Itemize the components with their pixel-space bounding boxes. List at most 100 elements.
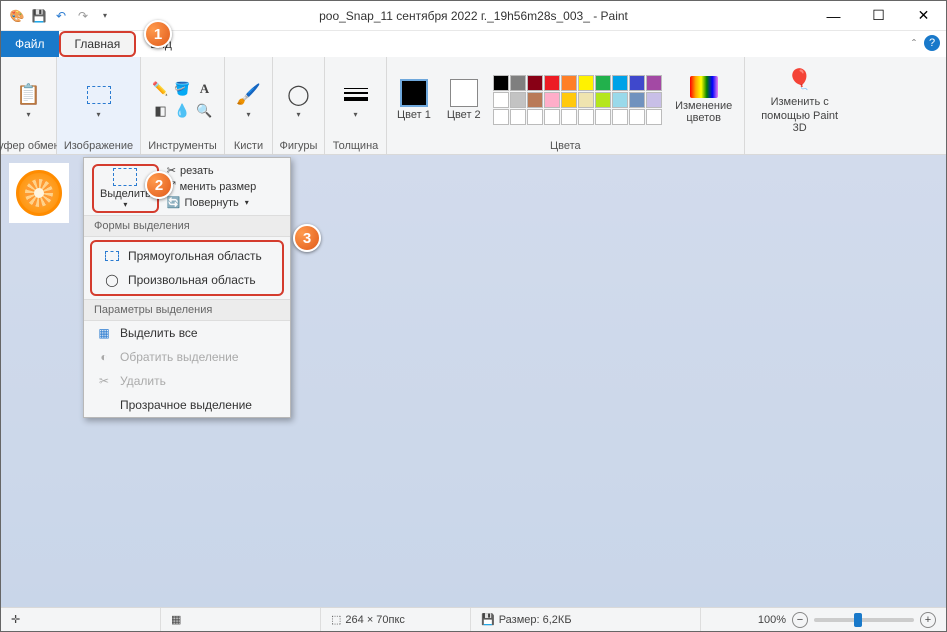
maximize-button[interactable]: ☐ [856, 2, 901, 30]
canvas-dims: ⬚264 × 70пкс [321, 608, 471, 631]
palette-swatch[interactable] [527, 75, 543, 91]
thickness-button[interactable] [336, 79, 376, 122]
eraser-icon[interactable]: ◧ [151, 101, 171, 121]
palette-swatch[interactable] [493, 92, 509, 108]
tab-file[interactable]: Файл [1, 31, 59, 57]
palette-swatch[interactable] [629, 92, 645, 108]
window-controls: — ☐ ✕ [811, 2, 946, 30]
zoom-in-button[interactable]: + [920, 612, 936, 628]
picker-icon[interactable]: 💧 [173, 101, 193, 121]
edit-colors-label: Изменение цветов [674, 100, 734, 124]
palette-swatch[interactable] [578, 75, 594, 91]
palette-swatch[interactable] [629, 109, 645, 125]
color1-label: Цвет 1 [397, 109, 431, 121]
brush-icon: 🖌️ [233, 81, 265, 109]
minimize-button[interactable]: — [811, 2, 856, 30]
file-size: 💾Размер: 6,2КБ [471, 608, 701, 631]
palette-swatch[interactable] [544, 92, 560, 108]
group-thickness-label: Толщина [333, 140, 379, 154]
palette-swatch[interactable] [510, 75, 526, 91]
shapes-button[interactable]: ◯ [279, 79, 319, 122]
group-tools-label: Инструменты [148, 140, 217, 154]
select-all-icon: ▦ [96, 326, 112, 340]
palette-swatch[interactable] [578, 109, 594, 125]
rect-selection-icon [104, 249, 120, 263]
palette-swatch[interactable] [493, 75, 509, 91]
section-shapes: Формы выделения [84, 215, 290, 237]
palette-swatch[interactable] [510, 92, 526, 108]
brushes-button[interactable]: 🖌️ [229, 79, 269, 122]
select-all[interactable]: ▦Выделить все [84, 321, 290, 345]
palette-swatch[interactable] [629, 75, 645, 91]
select-rect-icon [83, 81, 115, 109]
palette-swatch[interactable] [646, 109, 662, 125]
transparent-selection[interactable]: Прозрачное выделение [84, 393, 290, 417]
pencil-icon[interactable]: ✏️ [151, 79, 171, 99]
invert-icon: ◐ [96, 350, 112, 364]
magnifier-icon[interactable]: 🔍 [195, 101, 215, 121]
palette-swatch[interactable] [612, 109, 628, 125]
palette-swatch[interactable] [595, 92, 611, 108]
color1-swatch [400, 79, 428, 107]
palette-swatch[interactable] [646, 75, 662, 91]
section-params: Параметры выделения [84, 299, 290, 321]
rectangular-selection[interactable]: Прямоугольная область [92, 244, 282, 268]
zoom-out-button[interactable]: − [792, 612, 808, 628]
group-colors-label: Цвета [550, 140, 581, 154]
resize-button[interactable]: ⤢менить размер [167, 180, 257, 193]
collapse-ribbon-icon[interactable]: ˆ [912, 37, 916, 51]
palette-swatch[interactable] [578, 92, 594, 108]
text-icon[interactable]: A [195, 79, 215, 99]
palette-swatch[interactable] [561, 92, 577, 108]
tab-home[interactable]: Главная [59, 31, 137, 57]
select-button[interactable] [79, 79, 119, 122]
edit-colors-button[interactable]: Изменение цветов [670, 74, 738, 126]
paste-button[interactable]: 📋 [9, 79, 49, 122]
palette-swatch[interactable] [527, 92, 543, 108]
paint3d-button[interactable]: 🎈Изменить спомощью Paint 3D [751, 64, 849, 136]
group-clipboard: 📋 Буфер обмена [1, 57, 57, 154]
palette-swatch[interactable] [646, 92, 662, 108]
rotate-button[interactable]: 🔄Повернуть▾ [167, 196, 257, 209]
group-tools: ✏️ 🪣 A ◧ 💧 🔍 Инструменты [141, 57, 225, 154]
palette-swatch[interactable] [544, 75, 560, 91]
zoom-slider[interactable] [814, 618, 914, 622]
titlebar: 🎨 💾 ↶ ↷ ▾ poo_Snap_11 сентября 2022 г._1… [1, 1, 946, 31]
redo-icon[interactable]: ↷ [75, 8, 91, 24]
fill-icon[interactable]: 🪣 [173, 79, 193, 99]
app-icon: 🎨 [9, 8, 25, 24]
palette-swatch[interactable] [595, 109, 611, 125]
freeform-selection[interactable]: ◯Произвольная область [92, 268, 282, 292]
zoom-thumb[interactable] [854, 613, 862, 627]
delete-icon: ✂ [96, 374, 112, 388]
palette-swatch[interactable] [612, 92, 628, 108]
qat-dropdown-icon[interactable]: ▾ [97, 8, 113, 24]
paint3d-icon: 🎈 [784, 66, 816, 94]
freeform-selection-icon: ◯ [104, 273, 120, 287]
save-icon[interactable]: 💾 [31, 8, 47, 24]
crop-button[interactable]: ✂резать [167, 164, 257, 177]
select-label: Выделить [100, 188, 151, 200]
palette-swatch[interactable] [544, 109, 560, 125]
undo-icon[interactable]: ↶ [53, 8, 69, 24]
group-colors: Цвет 1 Цвет 2 Изменение цветов Цвета [387, 57, 745, 154]
help-icon[interactable]: ? [924, 35, 940, 51]
selection-size: ▦ [161, 608, 321, 631]
canvas[interactable] [9, 163, 69, 223]
group-image-label: Изображение [64, 140, 133, 154]
palette-swatch[interactable] [493, 109, 509, 125]
statusbar: ✛ ▦ ⬚264 × 70пкс 💾Размер: 6,2КБ 100% − + [1, 607, 946, 631]
selection-shapes-box: Прямоугольная область ◯Произвольная обла… [90, 240, 284, 296]
close-button[interactable]: ✕ [901, 2, 946, 30]
palette-swatch[interactable] [612, 75, 628, 91]
palette-swatch[interactable] [595, 75, 611, 91]
color-palette[interactable] [493, 75, 662, 125]
palette-swatch[interactable] [510, 109, 526, 125]
palette-swatch[interactable] [527, 109, 543, 125]
color1-button[interactable]: Цвет 1 [393, 77, 435, 123]
group-shapes: ◯ Фигуры [273, 57, 325, 154]
palette-swatch[interactable] [561, 109, 577, 125]
orange-image [16, 170, 62, 216]
color2-button[interactable]: Цвет 2 [443, 77, 485, 123]
palette-swatch[interactable] [561, 75, 577, 91]
